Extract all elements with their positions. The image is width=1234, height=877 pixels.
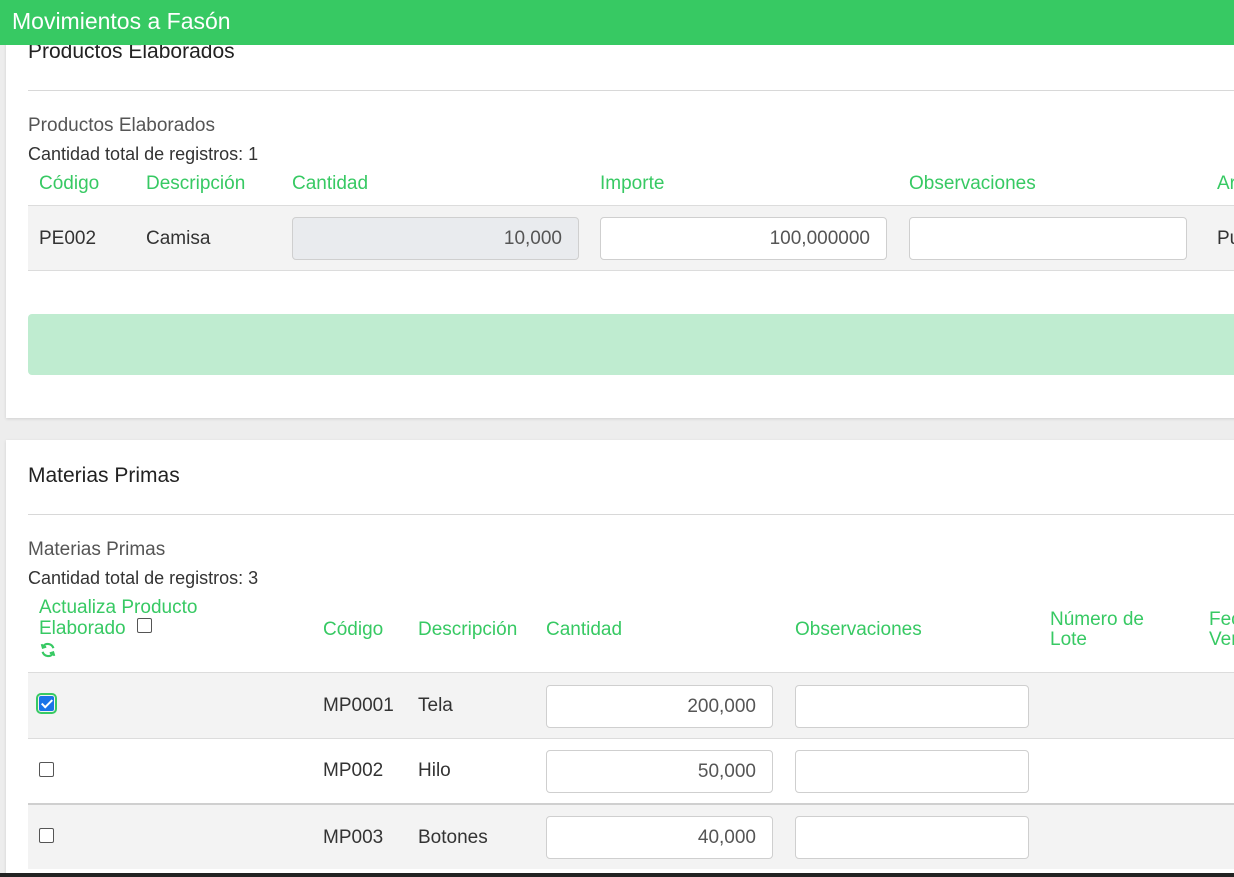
cantidad-input: 10,000 bbox=[292, 217, 579, 260]
app-title-bar: Movimientos a Fasón bbox=[0, 0, 1234, 45]
card-title: Materias Primas bbox=[28, 464, 180, 487]
record-count: Cantidad total de registros: 1 bbox=[28, 144, 259, 164]
header-importe[interactable]: Importe bbox=[600, 174, 664, 194]
header-descripcion[interactable]: Descripción bbox=[146, 174, 245, 194]
header-lote-line1[interactable]: Número de bbox=[1050, 610, 1144, 630]
app-title: Movimientos a Fasón bbox=[12, 8, 231, 34]
table-row: MP002 Hilo 50,000 bbox=[28, 738, 1234, 803]
header-fec-line1[interactable]: Fec bbox=[1209, 610, 1234, 630]
row-checkbox[interactable] bbox=[39, 762, 54, 777]
header-observaciones[interactable]: Observaciones bbox=[795, 620, 922, 640]
header-cantidad[interactable]: Cantidad bbox=[292, 174, 368, 194]
header-descripcion[interactable]: Descripción bbox=[418, 620, 517, 640]
select-all-checkbox[interactable] bbox=[137, 618, 152, 633]
row-checkbox[interactable] bbox=[36, 693, 57, 714]
cell-codigo: MP003 bbox=[323, 827, 384, 848]
divider bbox=[28, 514, 1234, 515]
cell-extra: Pu bbox=[1217, 228, 1234, 249]
table-title: Materias Primas bbox=[28, 539, 166, 560]
row-checkbox[interactable] bbox=[39, 828, 54, 843]
table-row: PE002 Camisa 10,000 100,000000 Pu bbox=[28, 205, 1234, 271]
header-extra[interactable]: Ar bbox=[1217, 174, 1234, 194]
header-fec-line2[interactable]: Ven bbox=[1209, 630, 1234, 650]
header-lote-line2[interactable]: Lote bbox=[1050, 630, 1087, 650]
cantidad-input[interactable]: 200,000 bbox=[546, 685, 773, 728]
window-bottom-border bbox=[0, 873, 1234, 877]
table-row: MP003 Botones 40,000 bbox=[28, 803, 1234, 869]
header-actualiza-line1: Actualiza Producto bbox=[39, 597, 198, 618]
importe-input[interactable]: 100,000000 bbox=[600, 217, 887, 260]
divider bbox=[28, 90, 1234, 91]
header-cantidad[interactable]: Cantidad bbox=[546, 620, 622, 640]
observaciones-input[interactable] bbox=[795, 750, 1029, 793]
cell-descripcion: Hilo bbox=[418, 760, 451, 781]
observaciones-input[interactable] bbox=[909, 217, 1187, 260]
info-alert bbox=[28, 314, 1234, 375]
cantidad-input[interactable]: 40,000 bbox=[546, 816, 773, 859]
observaciones-input[interactable] bbox=[795, 816, 1029, 859]
header-observaciones[interactable]: Observaciones bbox=[909, 174, 1036, 194]
header-codigo[interactable]: Código bbox=[39, 174, 99, 194]
cell-descripcion: Tela bbox=[418, 695, 453, 716]
header-actualiza-line2: Elaborado bbox=[39, 618, 126, 639]
record-count: Cantidad total de registros: 3 bbox=[28, 568, 259, 588]
cell-descripcion: Camisa bbox=[146, 228, 211, 249]
productos-elaborados-card: Productos Elaborados Productos Elaborado… bbox=[6, 0, 1234, 418]
table-title: Productos Elaborados bbox=[28, 115, 215, 136]
cantidad-input[interactable]: 50,000 bbox=[546, 750, 773, 793]
cell-codigo: MP0001 bbox=[323, 695, 394, 716]
cell-codigo: PE002 bbox=[39, 228, 97, 249]
header-codigo[interactable]: Código bbox=[323, 620, 383, 640]
cell-descripcion: Botones bbox=[418, 827, 488, 848]
table-row: MP0001 Tela 200,000 bbox=[28, 672, 1234, 738]
materias-primas-card: Materias Primas Materias Primas Cantidad… bbox=[6, 440, 1234, 877]
cell-codigo: MP002 bbox=[323, 760, 384, 781]
refresh-icon[interactable] bbox=[39, 641, 57, 659]
observaciones-input[interactable] bbox=[795, 685, 1029, 728]
